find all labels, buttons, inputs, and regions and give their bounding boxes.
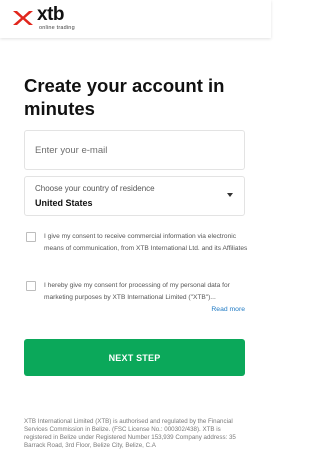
logo-text: xtb	[37, 4, 65, 25]
consent-commercial-checkbox[interactable]	[26, 232, 36, 242]
consent-marketing-text: I hereby give my consent for processing …	[44, 282, 230, 301]
logo-subtitle: online trading	[39, 25, 75, 31]
xtb-logo[interactable]: xtb online trading	[12, 4, 92, 32]
signup-page: xtb online trading Create your account i…	[0, 0, 271, 450]
next-step-button[interactable]: NEXT STEP	[24, 339, 245, 376]
consent-marketing: I hereby give my consent for processing …	[24, 280, 249, 304]
country-label: Choose your country of residence	[35, 184, 155, 193]
xtb-logo-mark-icon	[13, 11, 33, 25]
consent-commercial: I give my consent to receive commercial …	[24, 231, 249, 267]
email-input[interactable]	[25, 131, 244, 169]
header-bar: xtb online trading	[0, 0, 271, 38]
legal-disclaimer: XTB International Limited (XTB) is autho…	[24, 418, 236, 449]
consent-marketing-checkbox[interactable]	[26, 281, 36, 291]
read-more-link[interactable]: Read more	[211, 306, 245, 313]
chevron-down-icon[interactable]	[227, 193, 233, 197]
country-select[interactable]: Choose your country of residence United …	[24, 176, 245, 216]
page-title: Create your account in minutes	[24, 75, 225, 119]
email-field[interactable]	[24, 130, 245, 170]
consent-commercial-text: I give my consent to receive commercial …	[44, 233, 248, 252]
country-value: United States	[35, 198, 93, 208]
